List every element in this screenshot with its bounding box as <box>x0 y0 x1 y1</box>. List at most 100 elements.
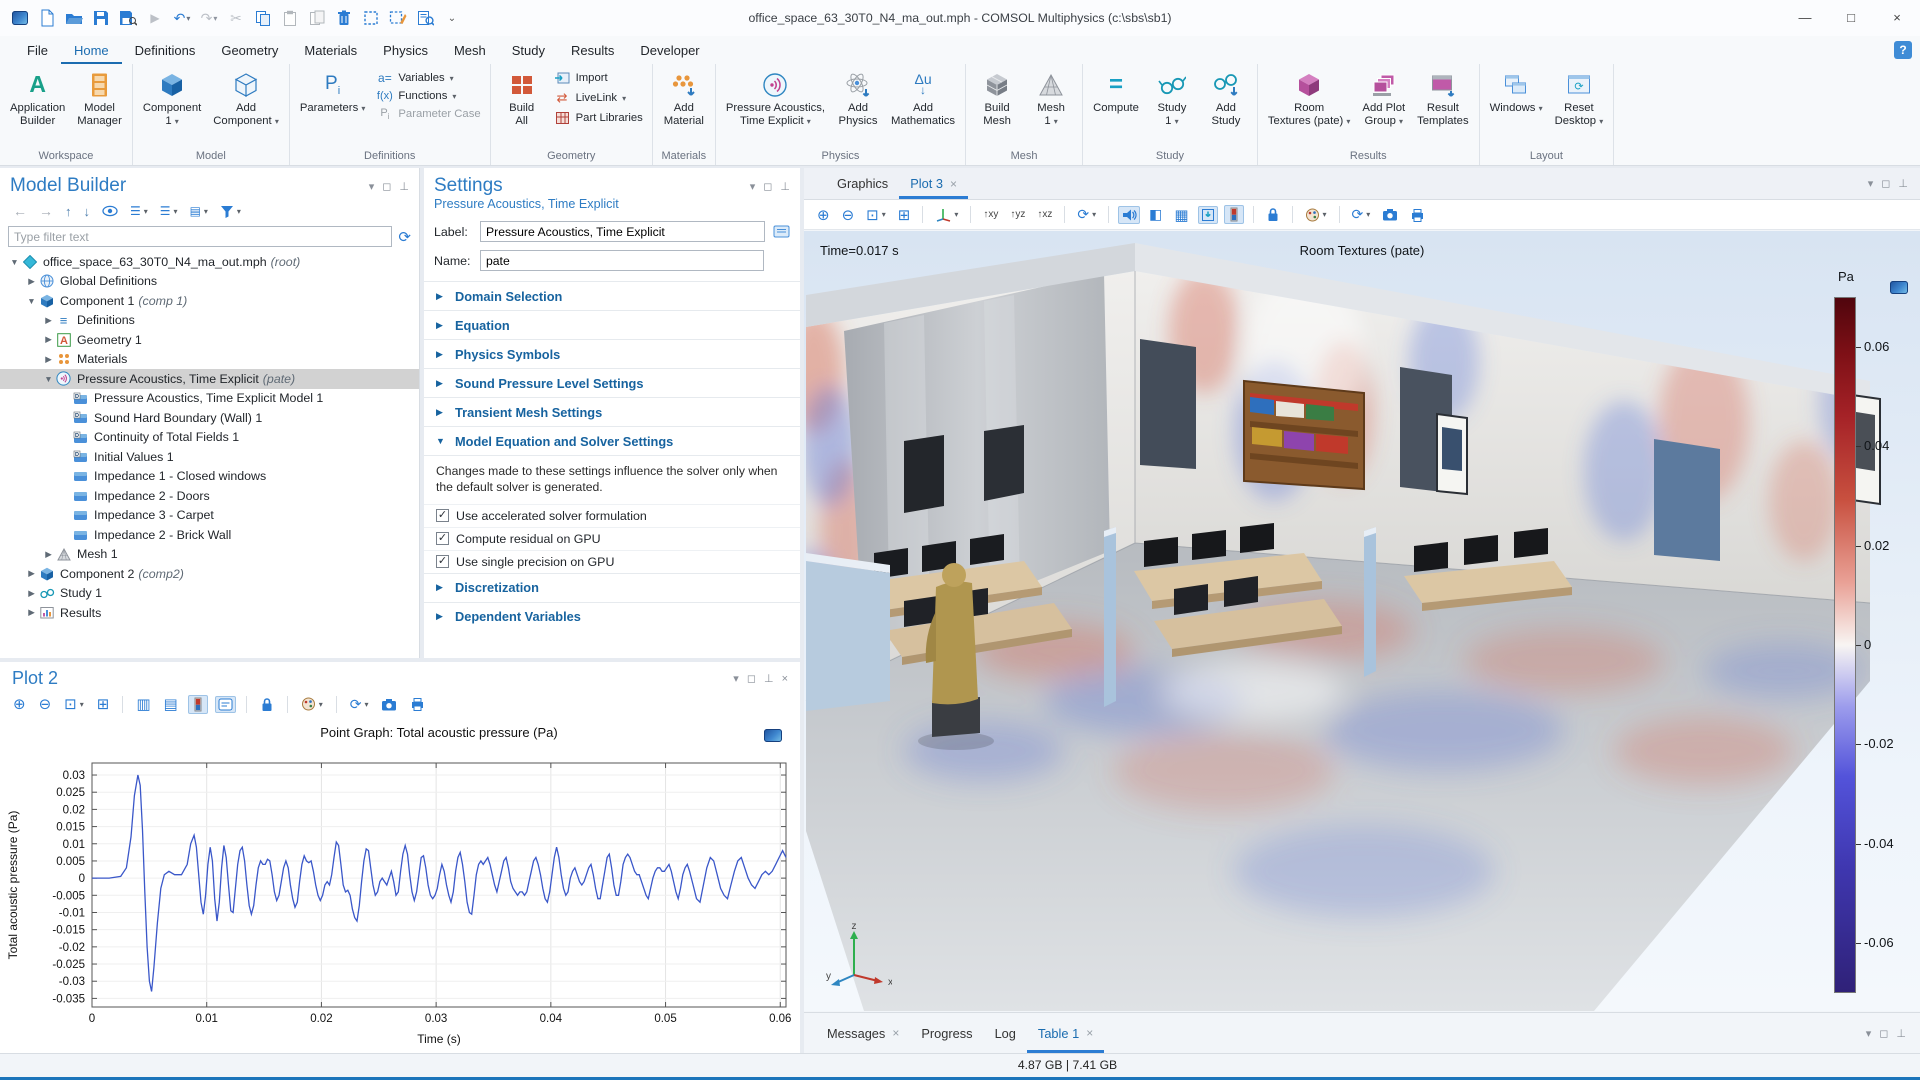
new-file-button[interactable] <box>37 7 57 29</box>
run-button[interactable]: ▶ <box>145 7 165 29</box>
section-transient-mesh-settings[interactable]: ▶ Transient Mesh Settings <box>424 397 800 426</box>
arrow-down-button[interactable]: ↓ <box>81 202 94 221</box>
lock-button[interactable] <box>1263 205 1283 224</box>
tree-caret[interactable]: ▶ <box>42 549 55 560</box>
panel-menu-icon[interactable]: ▾ <box>1868 177 1874 190</box>
application-builder-button[interactable]: A Application Builder <box>5 67 70 130</box>
minimize-button[interactable]: — <box>1782 0 1828 34</box>
delete-button[interactable] <box>334 7 354 29</box>
tree-item[interactable]: ▶ Materials <box>0 350 419 370</box>
compute-button[interactable]: = Compute <box>1088 67 1144 116</box>
list-up-button[interactable]: ☰ ▾ <box>127 202 151 220</box>
tree-item[interactable]: D Continuity of Total Fields 1 <box>0 428 419 448</box>
float-panel-icon[interactable]: ◻ <box>382 180 391 193</box>
rename-icon[interactable] <box>773 224 790 239</box>
tree-item[interactable]: ▶ ≡ Definitions <box>0 311 419 331</box>
graphics-tab-graphics[interactable]: Graphics <box>826 168 899 199</box>
info-tab-table-1[interactable]: Table 1 × <box>1027 1013 1104 1053</box>
graphics-tab-plot-3[interactable]: Plot 3 × <box>899 168 968 199</box>
add-mathematics-button[interactable]: Δu ↓ Add Mathematics <box>886 67 960 130</box>
color-bar-button[interactable] <box>187 694 208 714</box>
checkbox-icon[interactable]: ✓ <box>436 509 449 523</box>
section-discretization[interactable]: ▶ Discretization <box>424 572 800 602</box>
float-panel-icon[interactable]: ◻ <box>763 180 772 193</box>
tree-item[interactable]: D Sound Hard Boundary (Wall) 1 <box>0 408 419 428</box>
tree-caret[interactable]: ▼ <box>42 374 55 384</box>
reset-desktop-button[interactable]: ⟳ Reset Desktop ▾ <box>1550 67 1609 130</box>
float-panel-icon[interactable]: ◻ <box>1879 1027 1888 1040</box>
add-physics-button[interactable]: Add Physics <box>832 67 884 130</box>
update-button[interactable]: ⟳ ▾ <box>1349 204 1374 225</box>
view-xz-button[interactable]: ↑xz <box>1034 207 1055 222</box>
result-templates-button[interactable]: Result Templates <box>1412 67 1474 130</box>
preview-doc-button[interactable] <box>415 7 435 29</box>
tree-item[interactable]: ▶ Global Definitions <box>0 272 419 292</box>
cut-button[interactable]: ✂ <box>226 7 246 29</box>
undo-button[interactable]: ↶ ▾ <box>172 7 192 29</box>
room-textures-pate--button[interactable]: Room Textures (pate) ▾ <box>1263 67 1356 130</box>
menu-materials[interactable]: Materials <box>291 36 370 64</box>
open-file-button[interactable] <box>64 7 84 29</box>
section-domain-selection[interactable]: ▶ Domain Selection <box>424 281 800 310</box>
select-box-button[interactable] <box>361 7 381 29</box>
tree-caret[interactable]: ▶ <box>42 334 55 345</box>
windows-button[interactable]: Windows ▾ <box>1485 67 1548 116</box>
transparency-button[interactable]: ◧ <box>1146 204 1165 225</box>
tree-caret[interactable]: ▶ <box>25 607 38 618</box>
arrow-right-button[interactable]: → <box>36 201 56 221</box>
checkbox-icon[interactable]: ✓ <box>436 532 449 546</box>
panel-menu-icon[interactable]: ▾ <box>1866 1027 1872 1040</box>
float-panel-icon[interactable]: ◻ <box>1881 177 1890 190</box>
menu-developer[interactable]: Developer <box>627 36 712 64</box>
zoom-out-button[interactable]: ⊖ <box>36 693 55 715</box>
checkbox-use-accelerated-solver-formulation[interactable]: ✓ Use accelerated solver formulation <box>424 503 800 527</box>
rotate-button[interactable]: ⟳ ▾ <box>1074 204 1099 225</box>
palette-button[interactable]: ▾ <box>1302 206 1330 224</box>
tree-caret[interactable]: ▼ <box>25 296 38 306</box>
section-model-equation-and-solver-settings[interactable]: ▼ Model Equation and Solver Settings <box>424 426 800 455</box>
close-tab-icon[interactable]: × <box>950 177 957 191</box>
label-field-input[interactable] <box>480 221 765 242</box>
component-1-button[interactable]: Component 1 ▾ <box>138 67 206 130</box>
filter-button[interactable]: ▾ <box>217 203 244 220</box>
tree-item[interactable]: Impedance 1 - Closed windows <box>0 467 419 487</box>
save-button[interactable] <box>91 7 111 29</box>
close-panel-icon[interactable]: × <box>782 673 788 685</box>
copy-button[interactable] <box>253 7 273 29</box>
menu-geometry[interactable]: Geometry <box>208 36 291 64</box>
maximize-button[interactable]: □ <box>1828 0 1874 34</box>
menu-study[interactable]: Study <box>499 36 558 64</box>
legend-button[interactable] <box>214 695 236 713</box>
checkbox-compute-residual-on-gpu[interactable]: ✓ Compute residual on GPU <box>424 526 800 550</box>
camera-button[interactable] <box>378 696 400 713</box>
tree-caret[interactable]: ▶ <box>25 568 38 579</box>
tree-item[interactable]: ▼ office_space_63_30T0_N4_ma_out.mph (root… <box>0 252 419 272</box>
refresh-icon[interactable]: ⟳ <box>398 228 411 246</box>
duplicate-button[interactable] <box>307 7 327 29</box>
triad-button[interactable]: ▾ <box>932 205 961 224</box>
menu-results[interactable]: Results <box>558 36 627 64</box>
add-plot-group-button[interactable]: Add Plot Group ▾ <box>1357 67 1410 130</box>
close-tab-icon[interactable]: × <box>892 1026 899 1040</box>
scene-light-button[interactable] <box>1197 205 1218 224</box>
pin-panel-icon[interactable]: ⊥ <box>399 180 409 193</box>
menu-mesh[interactable]: Mesh <box>441 36 499 64</box>
info-tab-log[interactable]: Log <box>984 1013 1027 1053</box>
panel-menu-icon[interactable]: ▾ <box>369 180 375 193</box>
zoom-out-button[interactable]: ⊖ <box>839 204 858 226</box>
tree-caret[interactable]: ▶ <box>25 588 38 599</box>
tree-item[interactable]: Impedance 3 - Carpet <box>0 506 419 526</box>
palette-button[interactable]: ▾ <box>298 695 326 713</box>
arrow-left-button[interactable]: ← <box>10 201 30 221</box>
pin-panel-icon[interactable]: ⊥ <box>780 180 790 193</box>
camera-button[interactable] <box>1379 206 1401 223</box>
tree-item[interactable]: Impedance 2 - Doors <box>0 486 419 506</box>
panel-menu-icon[interactable]: ▾ <box>733 672 739 685</box>
zoom-in-button[interactable]: ⊕ <box>10 693 29 715</box>
float-panel-icon[interactable]: ◻ <box>747 672 756 685</box>
tree-caret[interactable]: ▶ <box>25 276 38 287</box>
add-study-button[interactable]: Add Study <box>1200 67 1252 130</box>
tree-item[interactable]: ▶ Mesh 1 <box>0 545 419 565</box>
variables-button[interactable]: a= Variables ▾ <box>372 70 484 86</box>
grid-button[interactable]: ▦ <box>1171 204 1191 226</box>
